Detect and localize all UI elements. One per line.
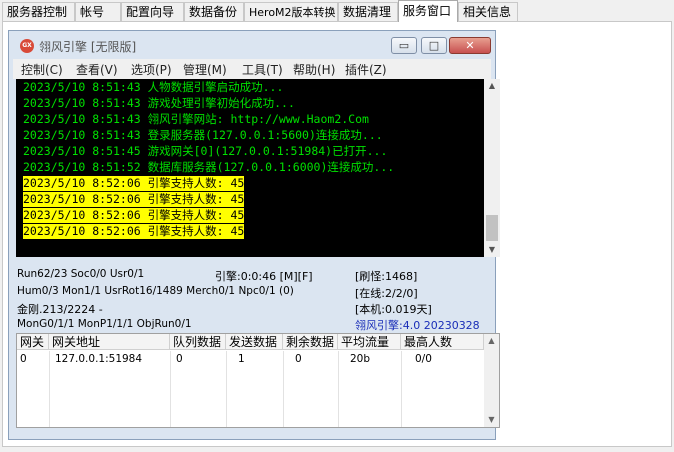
log-line: 2023/5/10 8:51:45 游戏网关[0](127.0.0.1:5198… [23, 144, 388, 158]
tab-herom2-convert[interactable]: HeroM2版本转换 [244, 2, 338, 21]
table-cell[interactable]: 0 [170, 351, 183, 367]
col-header-remaining[interactable]: 剩余数据 [283, 334, 338, 350]
table-cell[interactable]: 20b [338, 351, 370, 367]
tab-server-control[interactable]: 服务器控制 [2, 2, 75, 21]
menu-options[interactable]: 选项(P) [131, 61, 172, 78]
menu-plugins[interactable]: 插件(Z) [345, 61, 387, 78]
menu-control[interactable]: 控制(C) [21, 61, 63, 78]
log-line: 2023/5/10 8:51:43 游戏处理引擎初始化成功... [23, 96, 295, 110]
scroll-up-icon[interactable]: ▲ [484, 79, 500, 93]
col-header-queue[interactable]: 队列数据 [170, 334, 226, 350]
table-cell[interactable]: 1 [226, 351, 245, 367]
tab-related-info[interactable]: 相关信息 [458, 2, 518, 21]
tab-data-backup[interactable]: 数据备份 [184, 2, 244, 21]
app-logo-icon: GX [20, 39, 34, 53]
scroll-down-icon[interactable]: ▼ [484, 243, 500, 257]
log-line-highlight: 2023/5/10 8:52:06 引擎支持人数: 45 [23, 192, 245, 207]
log-line: 2023/5/10 8:51:43 人物数据引擎启动成功... [23, 80, 284, 94]
menu-manage[interactable]: 管理(M) [183, 61, 227, 78]
tab-data-clean[interactable]: 数据清理 [338, 2, 398, 21]
scroll-thumb[interactable] [486, 215, 498, 241]
log-line: 2023/5/10 8:51:43 登录服务器(127.0.0.1:5600)连… [23, 128, 383, 142]
engine-version: 翎风引擎:4.0 20230328 [355, 319, 480, 332]
table-cell[interactable]: 0/0 [401, 351, 432, 367]
menu-bar: 控制(C) 查看(V) 选项(P) 管理(M) 工具(T) 帮助(H) 插件(Z… [13, 59, 491, 79]
menu-help[interactable]: 帮助(H) [293, 61, 335, 78]
refresh-count: [刷怪:1468] [355, 270, 418, 283]
log-line-highlight: 2023/5/10 8:52:06 引擎支持人数: 45 [23, 208, 245, 223]
window-titlebar[interactable]: GX 翎风引擎 [无限版] ▭ □ ✕ [9, 31, 495, 59]
log-line: 2023/5/10 8:51:43 翎风引擎网站: http://www.Hao… [23, 112, 369, 126]
table-cell[interactable]: 0 [17, 351, 27, 367]
run-stats: Run62/23 Soc0/0 Usr0/1 [17, 268, 145, 280]
scroll-up-icon[interactable]: ▲ [484, 334, 499, 348]
minimize-button[interactable]: ▭ [391, 37, 417, 54]
table-scrollbar[interactable]: ▲ ▼ [484, 334, 499, 427]
table-cell[interactable]: 127.0.0.1:51984 [49, 351, 142, 367]
maximize-button[interactable]: □ [421, 37, 447, 54]
gateway-table: 网关 网关地址 队列数据 发送数据 剩余数据 平均流量 最高人数 0 127.0… [16, 333, 500, 428]
col-header-gateway[interactable]: 网关 [17, 334, 49, 350]
engine-window: GX 翎风引擎 [无限版] ▭ □ ✕ 控制(C) 查看(V) 选项(P) 管理… [8, 30, 500, 440]
console-scrollbar[interactable]: ▲ ▼ [484, 79, 500, 257]
table-cell[interactable]: 0 [283, 351, 302, 367]
jingang-stats: 金刚.213/2224 - [17, 303, 103, 316]
col-header-max-users[interactable]: 最高人数 [401, 334, 484, 350]
hum-stats: Hum0/3 Mon1/1 UsrRot16/1489 Merch0/1 Npc… [17, 285, 294, 297]
engine-time: 引擎:0:0:46 [M][F] [215, 270, 313, 283]
online-count: [在线:2/2/0] [355, 287, 418, 300]
tab-account[interactable]: 帐号 [75, 2, 121, 21]
log-line: 2023/5/10 8:51:52 数据库服务器(127.0.0.1:6000)… [23, 160, 395, 174]
tab-service-window[interactable]: 服务窗口 [398, 0, 458, 22]
menu-tools[interactable]: 工具(T) [242, 61, 283, 78]
col-header-address[interactable]: 网关地址 [49, 334, 170, 350]
log-console[interactable]: 2023/5/10 8:51:43 人物数据引擎启动成功... 2023/5/1… [16, 79, 484, 257]
tab-config-wizard[interactable]: 配置向导 [121, 2, 184, 21]
local-uptime: [本机:0.019天] [355, 303, 432, 316]
log-line-highlight: 2023/5/10 8:52:06 引擎支持人数: 45 [23, 176, 245, 191]
col-header-send[interactable]: 发送数据 [226, 334, 283, 350]
close-button[interactable]: ✕ [449, 37, 491, 54]
mon-stats: MonG0/1/1 MonP1/1/1 ObjRun0/1 [17, 318, 192, 330]
col-header-avg-flow[interactable]: 平均流量 [338, 334, 401, 350]
scroll-down-icon[interactable]: ▼ [484, 413, 499, 427]
log-line-highlight: 2023/5/10 8:52:06 引擎支持人数: 45 [23, 224, 245, 239]
main-tabbar: 服务器控制 帐号 配置向导 数据备份 HeroM2版本转换 数据清理 服务窗口 … [0, 0, 674, 22]
window-title: 翎风引擎 [无限版] [39, 40, 137, 54]
status-info: Run62/23 Soc0/0 Usr0/1 引擎:0:0:46 [M][F] … [9, 263, 495, 333]
menu-view[interactable]: 查看(V) [76, 61, 118, 78]
